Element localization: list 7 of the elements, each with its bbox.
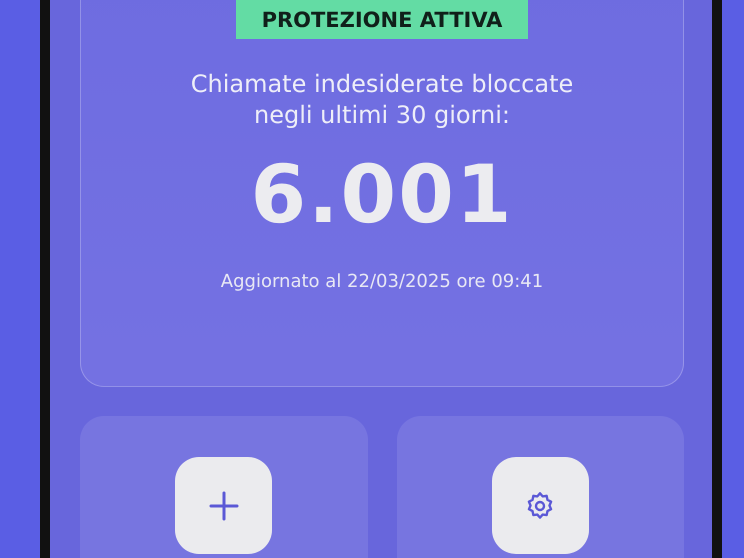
plus-icon	[208, 490, 239, 520]
blocked-count: 6.001	[250, 147, 514, 243]
status-badge: PROTEZIONE ATTIVA	[236, 0, 528, 39]
updated-text: Aggiornato al 22/03/2025 ore 09:41	[220, 271, 544, 292]
settings-button[interactable]	[492, 457, 589, 554]
add-button[interactable]	[175, 457, 272, 554]
caption-text: Chiamate indesiderate bloccate negli ultimi 30 giorni:	[190, 69, 574, 131]
